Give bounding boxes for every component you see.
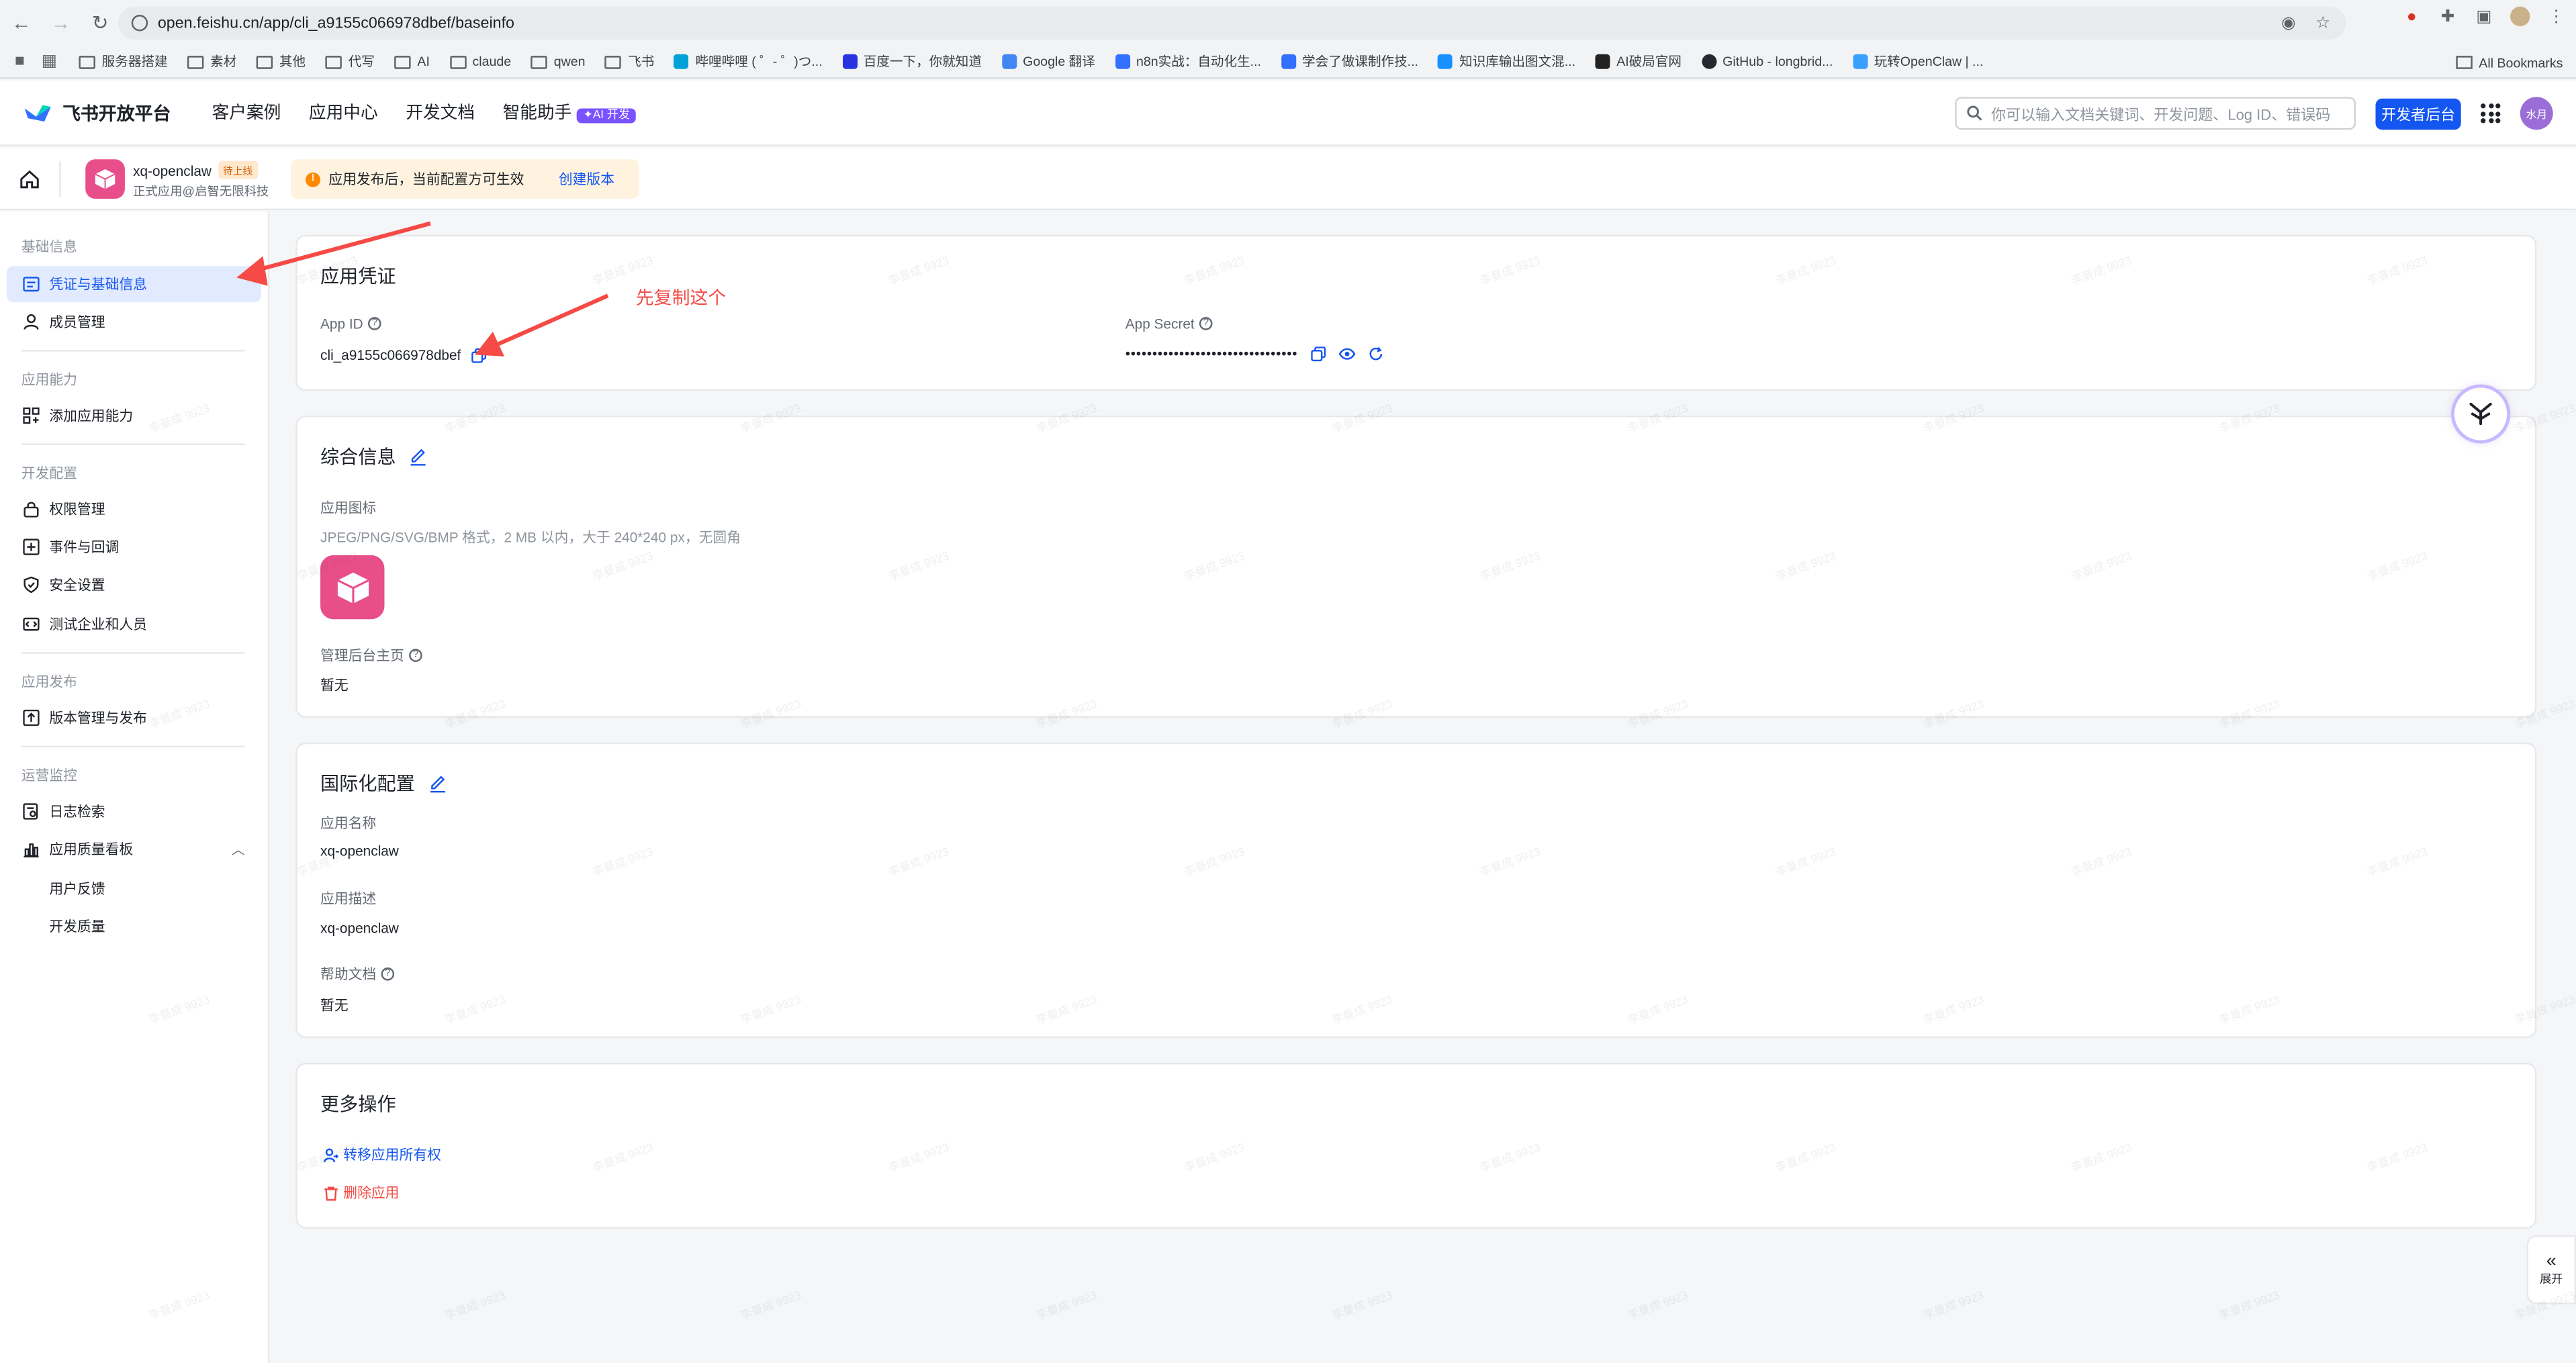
double-chevron-left-icon: « <box>2546 1252 2557 1272</box>
edit-icon[interactable] <box>409 448 427 466</box>
more-actions-title: 更多操作 <box>320 1095 396 1116</box>
i18n-title: 国际化配置 <box>320 770 446 796</box>
arrow-head <box>236 256 268 286</box>
page-root: ← → ↻ open.feishu.cn/app/cli_a9155c06697… <box>0 0 2576 1363</box>
cube-icon <box>336 571 369 603</box>
help-icon[interactable]: ? <box>409 649 422 662</box>
assistant-float-button[interactable] <box>2454 387 2508 440</box>
general-info-title: 综合信息 <box>320 444 427 470</box>
arrow-to-copy <box>495 293 609 347</box>
trash-icon <box>324 1186 338 1201</box>
annotation-text: 先复制这个 <box>635 289 727 309</box>
help-doc-label-text: 帮助文档 <box>320 966 377 982</box>
delete-app-text: 删除应用 <box>343 1184 400 1201</box>
app-icon-label: 应用图标 <box>320 499 377 516</box>
delete-app-link[interactable]: 删除应用 <box>324 1182 400 1202</box>
app-name-label: 应用名称 <box>320 814 377 831</box>
i18n-title-text: 国际化配置 <box>320 775 415 796</box>
help-doc-value: 暂无 <box>320 996 349 1014</box>
assistant-icon <box>2469 402 2492 426</box>
edit-icon[interactable] <box>428 774 446 792</box>
help-icon[interactable]: ? <box>381 967 395 981</box>
admin-home-label: 管理后台主页? <box>320 645 422 665</box>
admin-home-value: 暂无 <box>320 676 349 694</box>
help-doc-label: 帮助文档? <box>320 964 395 984</box>
general-info-title-text: 综合信息 <box>320 448 396 469</box>
app-desc-label: 应用描述 <box>320 890 377 907</box>
i18n-card: 国际化配置 应用名称 xq-openclaw 应用描述 xq-openclaw … <box>295 742 2537 1039</box>
admin-home-label-text: 管理后台主页 <box>320 647 404 664</box>
app-icon-hint: JPEG/PNG/SVG/BMP 格式，2 MB 以内，大于 240*240 p… <box>320 528 741 546</box>
app-desc-value: xq-openclaw <box>320 919 399 937</box>
expand-label: 展开 <box>2540 1274 2563 1286</box>
